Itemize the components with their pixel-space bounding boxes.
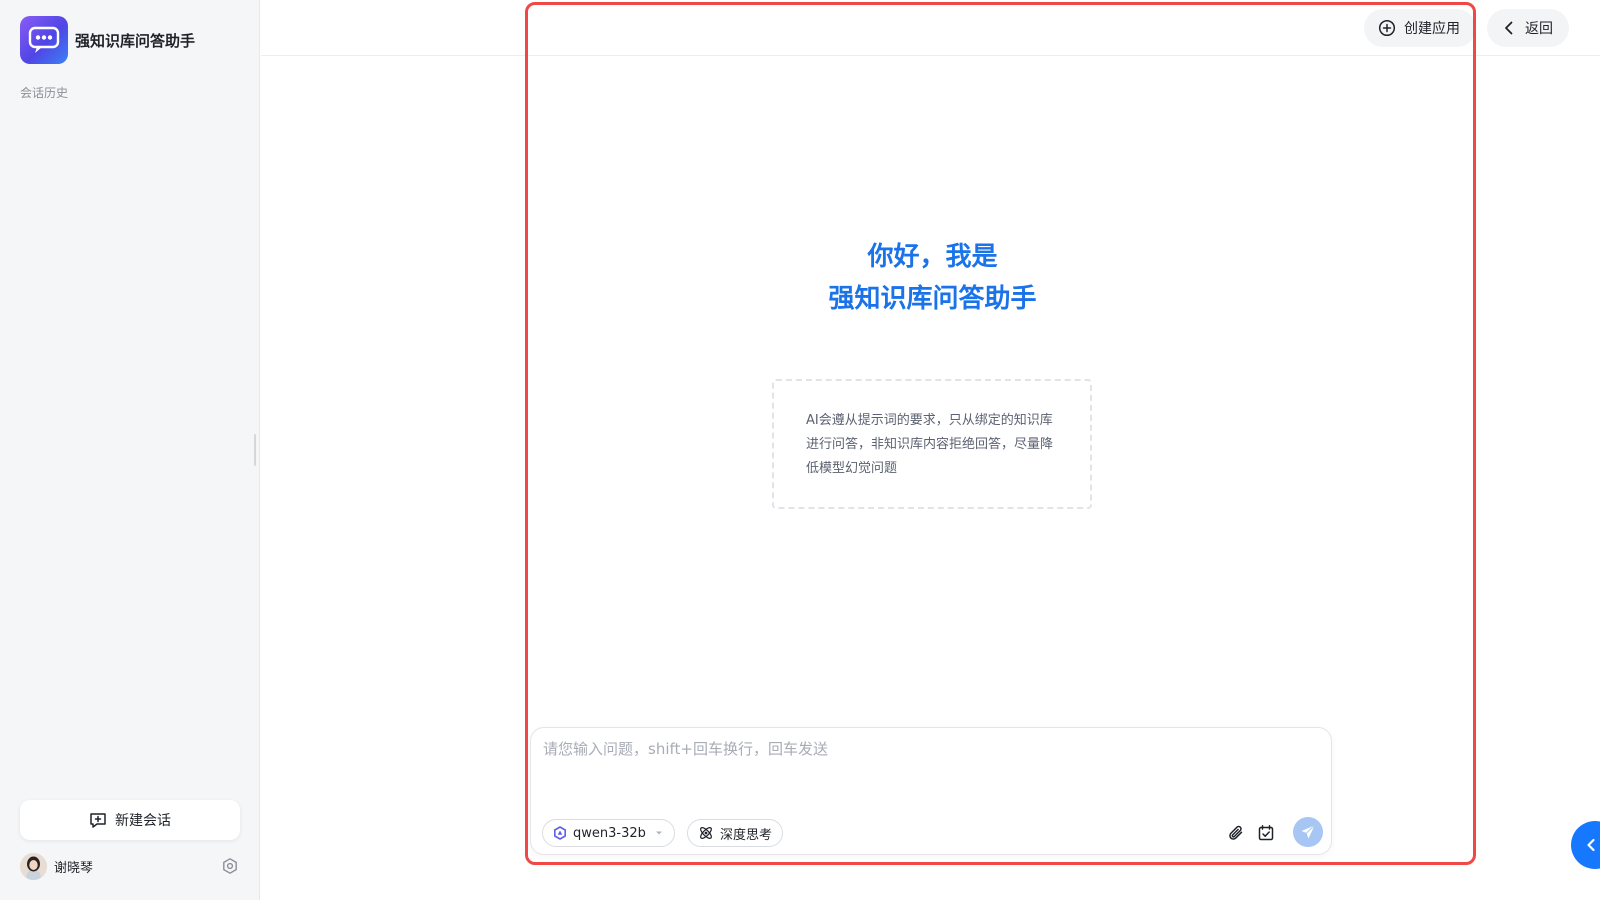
model-logo-icon — [553, 826, 567, 840]
app-logo-icon — [20, 16, 68, 64]
expand-panel-button[interactable] — [1571, 821, 1600, 869]
question-input[interactable] — [543, 738, 1313, 794]
model-label: qwen3-32b — [573, 825, 646, 841]
new-chat-label: 新建会话 — [115, 813, 171, 829]
new-chat-button[interactable]: 新建会话 — [20, 800, 240, 840]
create-app-label: 创建应用 — [1404, 21, 1460, 37]
chevron-left-icon — [1501, 20, 1517, 36]
calendar-check-icon[interactable] — [1253, 820, 1279, 846]
settings-icon[interactable] — [220, 856, 240, 876]
back-button[interactable]: 返回 — [1487, 9, 1569, 47]
user-name: 谢晓琴 — [54, 860, 94, 876]
send-icon — [1300, 824, 1316, 840]
composer: qwen3-32b 深度思考 — [530, 727, 1332, 855]
user-row: 谢晓琴 — [20, 852, 240, 880]
new-chat-icon — [89, 811, 107, 829]
model-select[interactable]: qwen3-32b — [542, 819, 675, 847]
plus-circle-icon — [1378, 19, 1396, 37]
deep-think-label: 深度思考 — [720, 827, 773, 843]
greeting-line-2: 强知识库问答助手 — [828, 284, 1037, 314]
topbar: 创建应用 返回 — [261, 0, 1600, 56]
avatar[interactable] — [20, 852, 47, 880]
sidebar: 强知识库问答助手 会话历史 新建会话 谢晓琴 — [0, 0, 260, 900]
history-label: 会话历史 — [20, 86, 69, 100]
caret-down-icon — [654, 828, 664, 838]
chevron-left-icon — [1584, 838, 1598, 852]
app-title: 强知识库问答助手 — [75, 31, 196, 50]
deep-think-toggle[interactable]: 深度思考 — [687, 819, 784, 847]
atom-icon — [698, 825, 714, 841]
back-label: 返回 — [1525, 21, 1553, 37]
assistant-description: AI会遵从提示词的要求，只从绑定的知识库进行问答，非知识库内容拒绝回答，尽量降低… — [772, 379, 1092, 509]
greeting-line-1: 你好，我是 — [867, 242, 998, 272]
sidebar-resize-handle[interactable] — [254, 434, 256, 466]
greeting: 你好，我是 强知识库问答助手 — [530, 236, 1335, 320]
attach-icon[interactable] — [1223, 820, 1249, 846]
send-button[interactable] — [1293, 817, 1323, 847]
brand: 强知识库问答助手 — [20, 16, 195, 64]
create-app-button[interactable]: 创建应用 — [1364, 9, 1476, 47]
